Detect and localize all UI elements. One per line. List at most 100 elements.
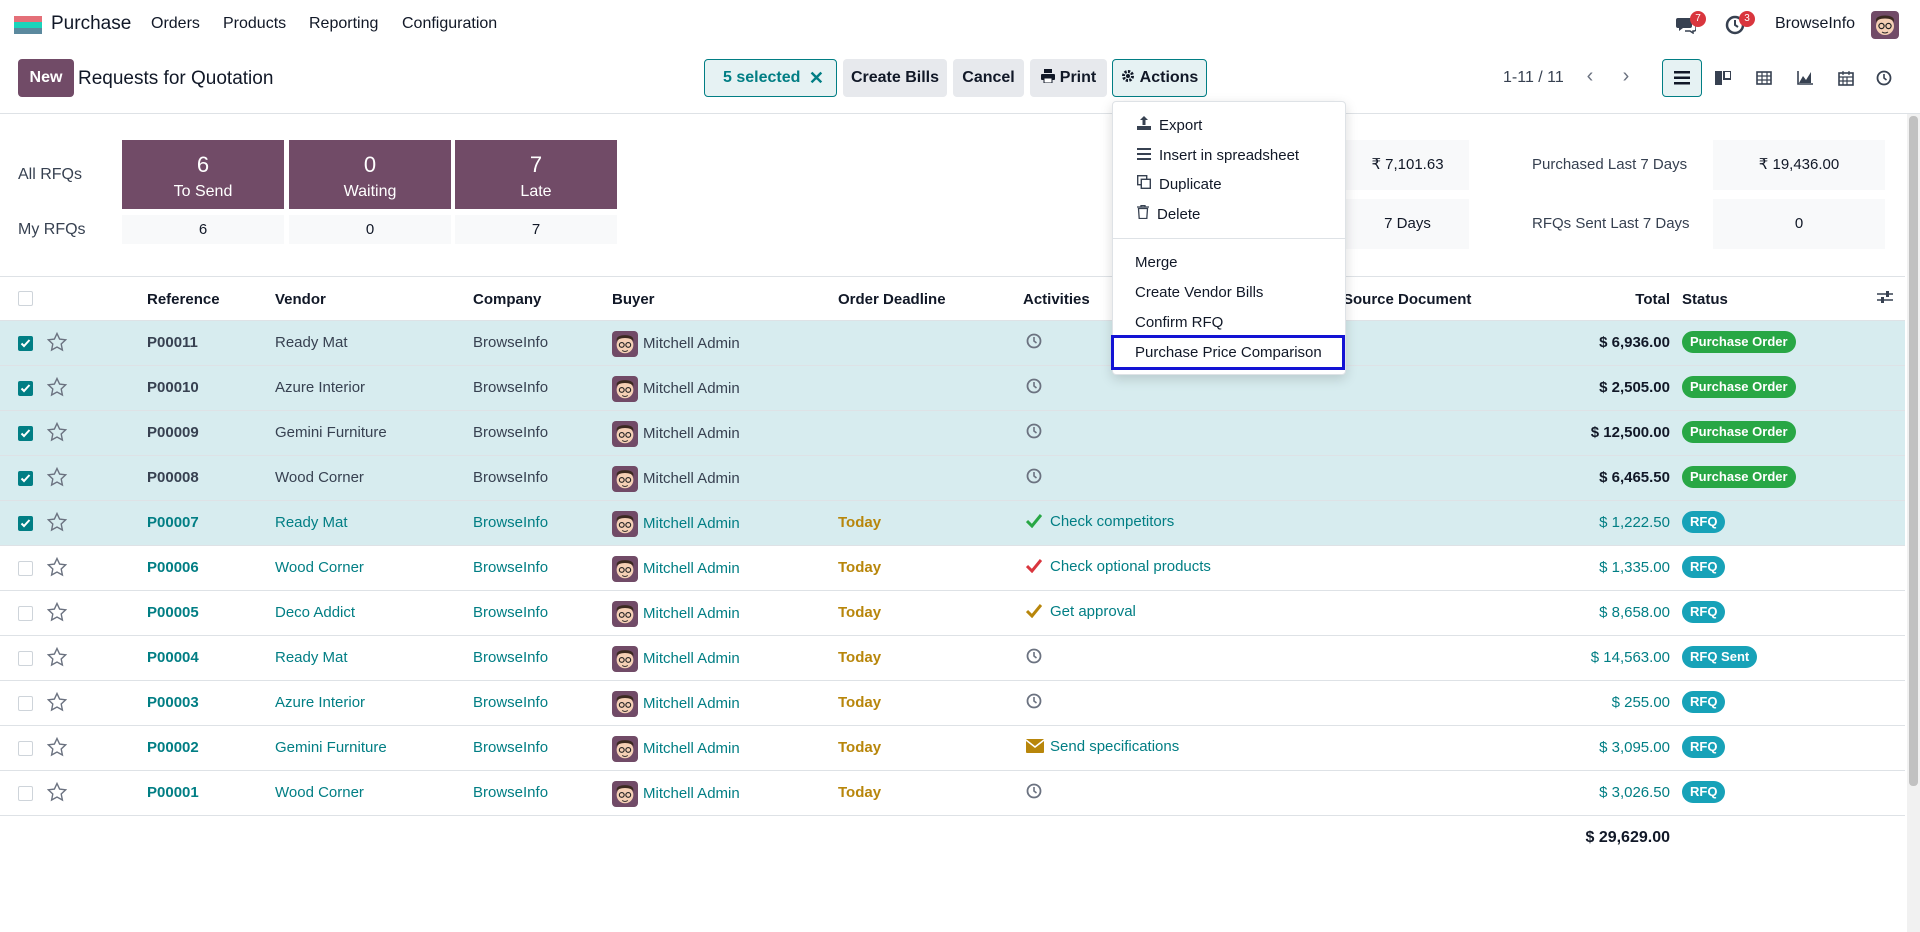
row-checkbox[interactable] [18, 741, 33, 756]
priority-star-icon[interactable] [46, 646, 68, 667]
pager-next-icon[interactable]: › [1610, 61, 1642, 93]
priority-star-icon[interactable] [46, 601, 68, 622]
menu-duplicate[interactable]: Duplicate [1113, 169, 1347, 199]
row-activity[interactable] [1026, 468, 1042, 488]
table-row[interactable]: P00001 Wood Corner BrowseInfo Mitchell Admi… [0, 771, 1905, 816]
row-activity[interactable] [1026, 783, 1042, 803]
row-checkbox[interactable] [18, 426, 33, 441]
row-checkbox[interactable] [18, 786, 33, 801]
menu-orders[interactable]: Orders [151, 15, 200, 33]
menu-merge[interactable]: Merge [1113, 247, 1347, 277]
activity-view-icon[interactable] [1864, 59, 1904, 97]
my-to-send[interactable]: 6 [122, 215, 284, 244]
clock-icon[interactable] [1026, 333, 1042, 353]
col-vendor[interactable]: Vendor [275, 291, 326, 308]
priority-star-icon[interactable] [46, 421, 68, 442]
activity-summary[interactable]: Check competitors [1050, 513, 1174, 530]
clock-icon[interactable] [1026, 648, 1042, 668]
col-source-document[interactable]: Source Document [1343, 291, 1471, 308]
app-name[interactable]: Purchase [51, 13, 131, 35]
row-activity[interactable] [1026, 693, 1042, 713]
clock-icon[interactable] [1026, 693, 1042, 713]
page-scrollbar[interactable] [1907, 114, 1920, 932]
activity-summary[interactable]: Check optional products [1050, 558, 1211, 575]
pager-previous-icon[interactable]: ‹ [1574, 61, 1606, 93]
clock-icon[interactable] [1026, 783, 1042, 803]
table-row[interactable]: P00004 Ready Mat BrowseInfo Mitchell Admin T… [0, 636, 1905, 681]
row-checkbox[interactable] [18, 696, 33, 711]
row-checkbox[interactable] [18, 651, 33, 666]
row-checkbox[interactable] [18, 516, 33, 531]
clock-icon[interactable] [1026, 378, 1042, 398]
row-activity[interactable]: Send specifications [1025, 738, 1179, 755]
row-activity[interactable] [1026, 333, 1042, 353]
optional-columns-icon[interactable] [1877, 290, 1893, 308]
col-order-deadline[interactable]: Order Deadline [838, 291, 946, 308]
pager-value[interactable]: 1-11 / 11 [1503, 69, 1564, 87]
row-activity[interactable] [1026, 423, 1042, 443]
table-row[interactable]: P00008 Wood Corner BrowseInfo Mitchell Admi… [0, 456, 1905, 501]
cancel-button[interactable]: Cancel [953, 59, 1024, 97]
table-row[interactable]: P00003 Azure Interior BrowseInfo Mitchell A… [0, 681, 1905, 726]
create-bills-button[interactable]: Create Bills [843, 59, 947, 97]
row-checkbox[interactable] [18, 336, 33, 351]
scrollbar-thumb[interactable] [1909, 116, 1918, 786]
clock-icon[interactable] [1026, 423, 1042, 443]
priority-star-icon[interactable] [46, 511, 68, 532]
row-checkbox[interactable] [18, 381, 33, 396]
row-activity[interactable] [1026, 648, 1042, 668]
menu-export[interactable]: Export [1113, 110, 1347, 140]
row-activity[interactable]: Get approval [1025, 603, 1136, 620]
table-row[interactable]: P00010 Azure Interior BrowseInfo Mitchell A… [0, 366, 1905, 411]
print-button[interactable]: Print [1030, 59, 1107, 97]
new-button[interactable]: New [18, 59, 74, 97]
menu-confirm-rfq[interactable]: Confirm RFQ [1113, 307, 1347, 337]
my-late[interactable]: 7 [455, 215, 617, 244]
selection-indicator[interactable]: 5 selected ✕ [704, 59, 837, 97]
actions-button[interactable]: Actions [1112, 59, 1207, 97]
clear-selection-icon[interactable]: ✕ [809, 68, 824, 89]
col-company[interactable]: Company [473, 291, 541, 308]
select-all-checkbox[interactable] [18, 291, 33, 306]
my-waiting[interactable]: 0 [289, 215, 451, 244]
table-row[interactable]: P00005 Deco Addict BrowseInfo Mitchell Admi… [0, 591, 1905, 636]
company-switcher[interactable]: BrowseInfo [1775, 15, 1855, 33]
clock-icon[interactable] [1026, 468, 1042, 488]
priority-star-icon[interactable] [46, 691, 68, 712]
menu-configuration[interactable]: Configuration [402, 15, 497, 33]
list-view-icon[interactable] [1662, 59, 1702, 97]
waiting-card[interactable]: 0 Waiting [289, 140, 451, 209]
row-activity[interactable]: Check optional products [1025, 558, 1211, 575]
graph-view-icon[interactable] [1785, 59, 1825, 97]
table-row[interactable]: P00009 Gemini Furniture BrowseInfo Mitchell… [0, 411, 1905, 456]
menu-reporting[interactable]: Reporting [309, 15, 378, 33]
col-total[interactable]: Total [1635, 291, 1670, 308]
menu-purchase-price-comparison[interactable]: Purchase Price Comparison [1111, 335, 1345, 370]
col-buyer[interactable]: Buyer [612, 291, 655, 308]
menu-products[interactable]: Products [223, 15, 286, 33]
row-checkbox[interactable] [18, 471, 33, 486]
table-row[interactable]: P00002 Gemini Furniture BrowseInfo Mitchell… [0, 726, 1905, 771]
table-row[interactable]: P00006 Wood Corner BrowseInfo Mitchell Admi… [0, 546, 1905, 591]
row-checkbox[interactable] [18, 561, 33, 576]
late-card[interactable]: 7 Late [455, 140, 617, 209]
menu-insert-spreadsheet[interactable]: Insert in spreadsheet [1113, 140, 1347, 170]
user-avatar[interactable] [1871, 11, 1899, 39]
row-checkbox[interactable] [18, 606, 33, 621]
to-send-card[interactable]: 6 To Send [122, 140, 284, 209]
calendar-view-icon[interactable] [1826, 59, 1866, 97]
priority-star-icon[interactable] [46, 736, 68, 757]
row-activity[interactable] [1026, 378, 1042, 398]
activity-summary[interactable]: Send specifications [1050, 738, 1179, 755]
purchase-app-icon[interactable] [14, 16, 42, 34]
kanban-view-icon[interactable] [1703, 59, 1743, 97]
pivot-view-icon[interactable] [1744, 59, 1784, 97]
row-activity[interactable]: Check competitors [1025, 513, 1174, 530]
priority-star-icon[interactable] [46, 331, 68, 352]
menu-delete[interactable]: Delete [1113, 199, 1347, 229]
priority-star-icon[interactable] [46, 466, 68, 487]
menu-create-vendor-bills[interactable]: Create Vendor Bills [1113, 277, 1347, 307]
priority-star-icon[interactable] [46, 556, 68, 577]
table-row[interactable]: P00011 Ready Mat BrowseInfo Mitchell Admin $… [0, 321, 1905, 366]
col-activities[interactable]: Activities [1023, 291, 1090, 308]
